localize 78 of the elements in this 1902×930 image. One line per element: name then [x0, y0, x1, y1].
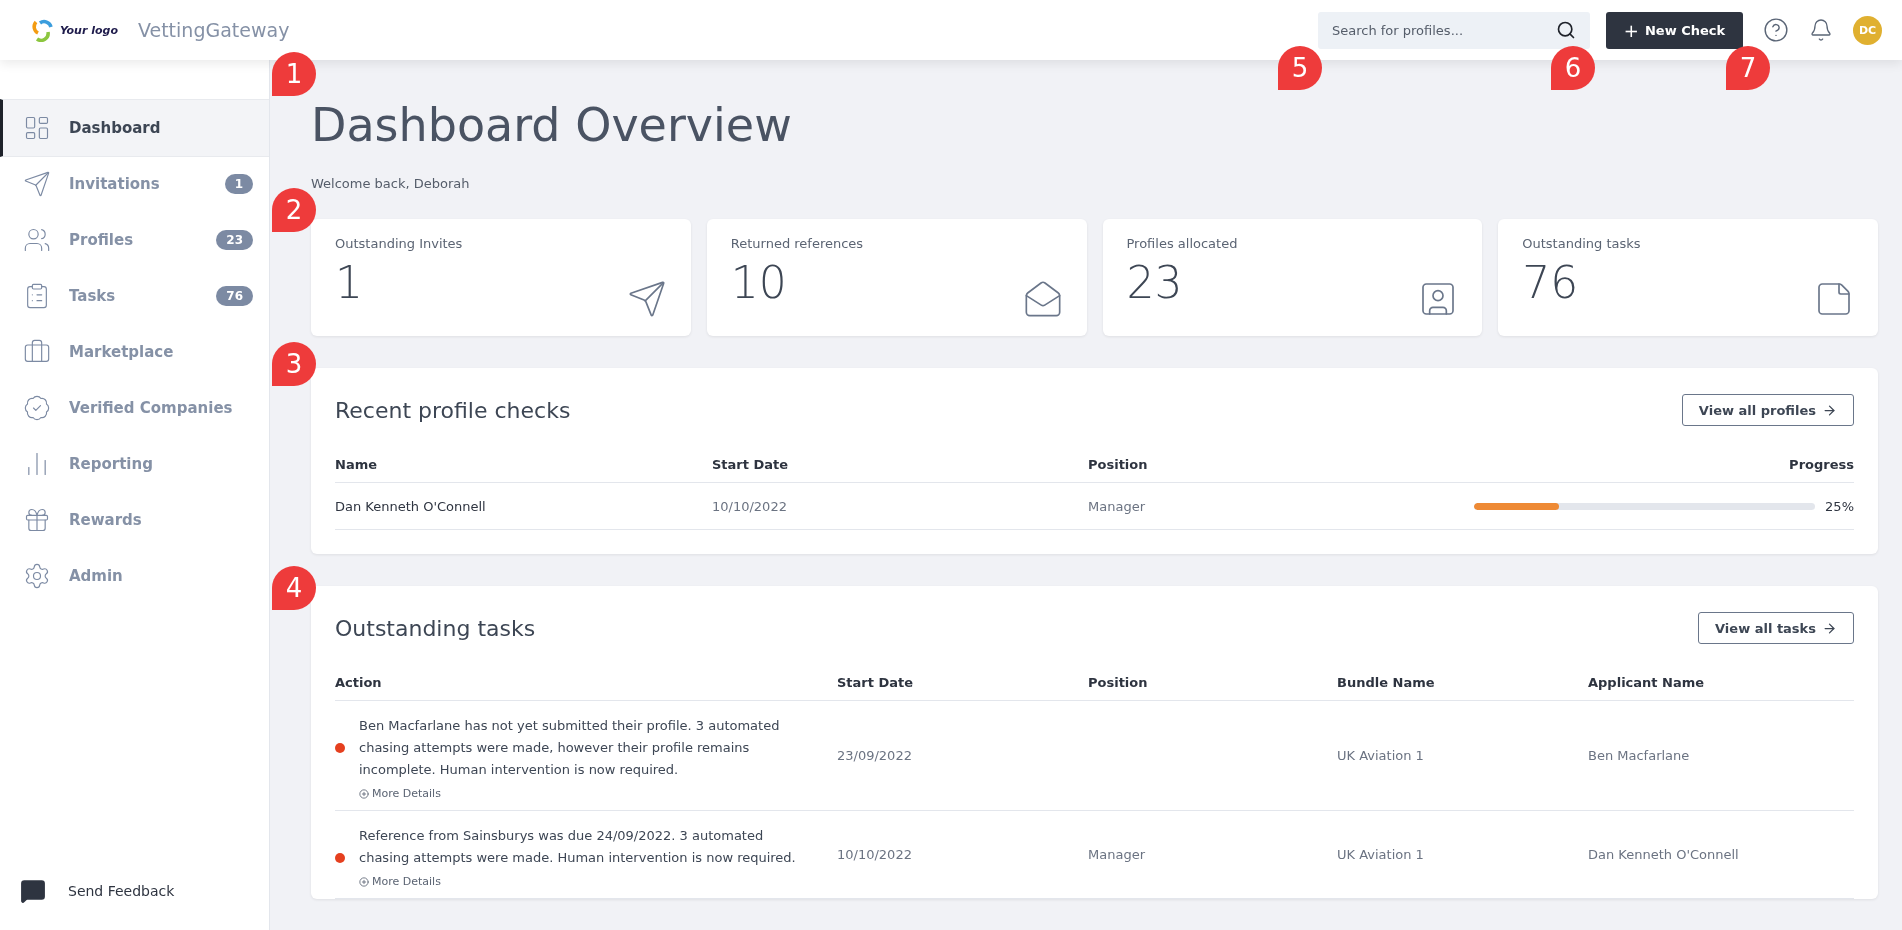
user-avatar[interactable]: DC	[1853, 15, 1882, 45]
callout-marker: 2	[272, 188, 316, 232]
sidebar-item[interactable]: Reporting	[0, 435, 269, 493]
column-header: Name	[335, 456, 378, 472]
table-cell-text: 10/10/2022	[712, 498, 788, 514]
stat-value: 1	[335, 257, 364, 308]
arrow-icon	[1822, 402, 1837, 418]
stat-value: 76	[1522, 257, 1580, 308]
sidebar-item[interactable]: Dashboard	[0, 99, 269, 157]
arrow-icon	[1822, 620, 1837, 636]
callout-marker: 3	[272, 342, 316, 386]
welcome-text: Welcome back, Deborah	[311, 176, 471, 191]
sidebar-item[interactable]: Tasks 76	[0, 267, 269, 325]
sidebar-item-icon	[23, 114, 51, 142]
sidebar-item[interactable]: Marketplace	[0, 323, 269, 381]
search-field[interactable]: Search for profiles...	[1318, 11, 1590, 49]
table-cell-text: Dan Kenneth O'Connell	[1588, 847, 1740, 862]
callout-marker: 5	[1278, 46, 1322, 90]
sidebar-item[interactable]: Admin	[0, 547, 269, 605]
table-cell-text: 10/10/2022	[837, 847, 913, 862]
logo-text: Your logo	[60, 23, 118, 37]
column-header: Applicant Name	[1588, 674, 1706, 690]
search-icon[interactable]	[1556, 19, 1576, 40]
sidebar-item[interactable]: Profiles 23	[0, 211, 269, 269]
notifications-icon[interactable]	[1809, 18, 1833, 42]
send-feedback-link[interactable]: Send Feedback	[0, 878, 269, 904]
stat-label: Returned references	[730, 236, 864, 251]
chat-icon	[20, 878, 46, 904]
table-cell-text: Manager	[1088, 498, 1146, 514]
page-title: Dashboard Overview	[311, 98, 793, 152]
callout-marker: 4	[272, 566, 316, 610]
sidebar-item-icon	[23, 170, 51, 198]
table-cell-text: Manager	[1088, 847, 1146, 862]
plus-circle-icon	[359, 876, 369, 887]
stat-label: Profiles allocated	[1126, 236, 1238, 251]
table-cell-text: 23/09/2022	[837, 748, 913, 763]
count-badge: 23	[216, 230, 253, 250]
column-header: Action	[335, 674, 383, 690]
progress-percent: 25%	[1825, 498, 1854, 514]
view-all-profiles-button[interactable]: View all profiles	[1681, 394, 1854, 426]
column-header: Progress	[1788, 456, 1854, 472]
callout-marker: 1	[272, 52, 316, 96]
table-cell-text: Ben Macfarlane	[1588, 748, 1691, 763]
count-badge: 76	[216, 286, 253, 306]
count-badge: 1	[224, 174, 253, 194]
view-all-tasks-button[interactable]: View all tasks	[1698, 612, 1854, 644]
sidebar-item[interactable]: Rewards	[0, 491, 269, 549]
logo-icon	[30, 18, 54, 42]
card-title: Recent profile checks	[335, 397, 571, 423]
table-cell-text: UK Aviation 1	[1337, 748, 1425, 763]
card-title: Outstanding tasks	[335, 615, 536, 641]
stat-label: Outstanding Invites	[335, 236, 463, 251]
column-header: Start Date	[712, 456, 790, 472]
callout-marker: 6	[1551, 46, 1595, 90]
sidebar-item-icon	[23, 226, 51, 254]
sidebar-item-icon	[23, 506, 51, 534]
more-details-link[interactable]: More Details	[359, 875, 817, 888]
task-description: Ben Macfarlane has not yet submitted their profile. 3 automated chasing attempts were made, however their profile remains incomplete. Human intervention is now required.	[359, 717, 781, 779]
app-name: VettingGateway	[137, 19, 290, 41]
column-header: Bundle Name	[1337, 674, 1436, 690]
stat-label: Outstanding tasks	[1522, 236, 1641, 251]
plus-circle-icon	[359, 788, 369, 799]
sidebar-item-icon	[23, 562, 51, 590]
stat-value: 23	[1126, 257, 1184, 308]
sidebar-item[interactable]: Invitations 1	[0, 155, 269, 213]
sidebar-item[interactable]: Verified Companies	[0, 379, 269, 437]
help-icon[interactable]	[1763, 17, 1789, 43]
table-cell-text: Dan Kenneth O'Connell	[335, 498, 487, 514]
new-check-button[interactable]: + New Check	[1606, 11, 1743, 49]
column-header: Position	[1088, 674, 1149, 690]
sidebar-item-icon	[23, 394, 51, 422]
table-cell-text: UK Aviation 1	[1337, 847, 1425, 862]
task-description: Reference from Sainsburys was due 24/09/2022. 3 automated chasing attempts were made. Human intervention is now required.	[359, 827, 797, 867]
more-details-link[interactable]: More Details	[359, 787, 817, 800]
stat-value: 10	[730, 257, 788, 308]
column-header: Position	[1088, 456, 1149, 472]
callout-marker: 7	[1726, 46, 1770, 90]
column-header: Start Date	[837, 674, 915, 690]
